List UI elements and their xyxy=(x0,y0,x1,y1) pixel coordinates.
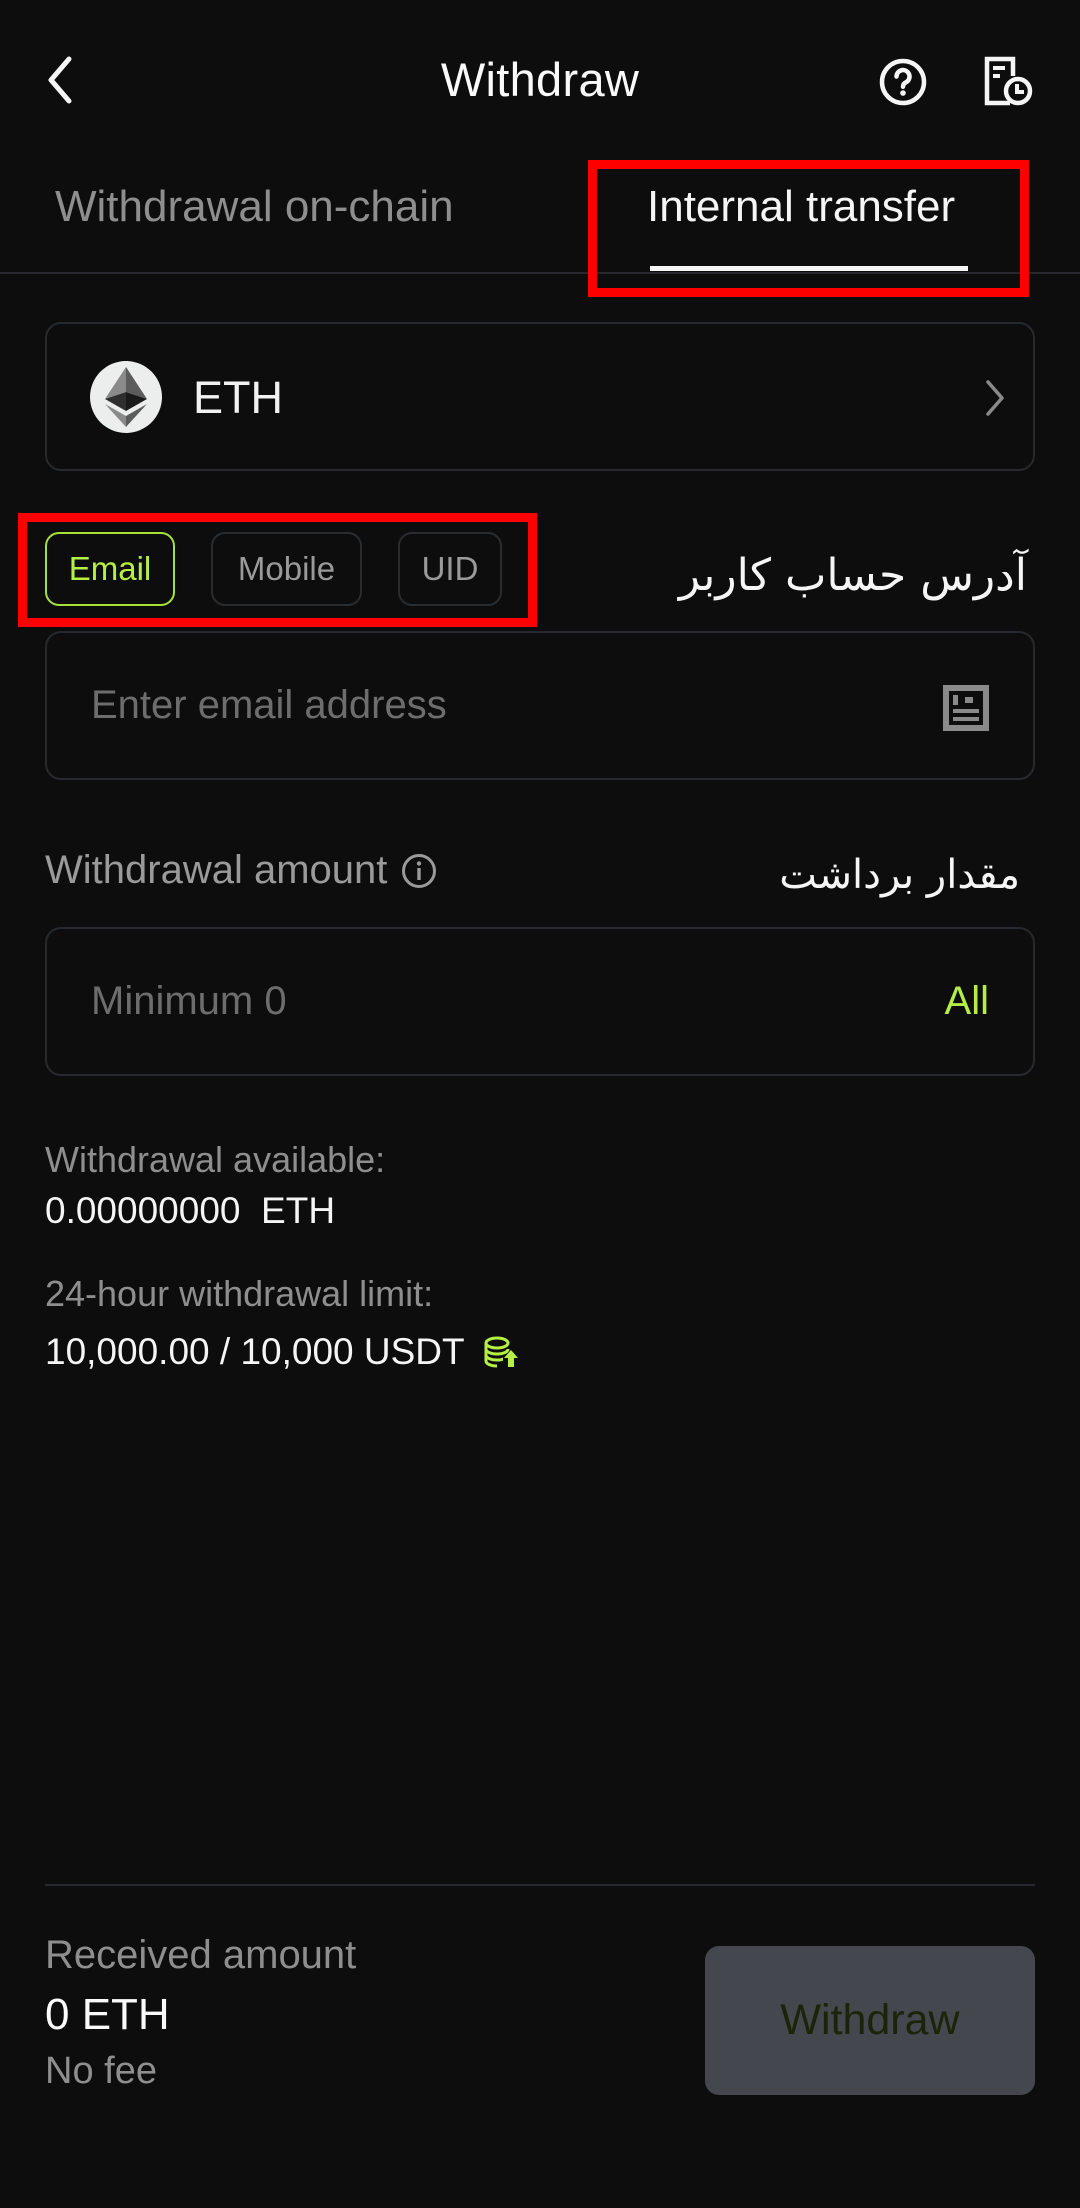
withdrawal-amount-label: Withdrawal amount xyxy=(45,848,437,893)
limit-label: 24-hour withdrawal limit: xyxy=(45,1273,434,1314)
chevron-right-icon xyxy=(983,378,1007,418)
amount-input[interactable] xyxy=(91,929,851,1074)
limit-value: 10,000.00 / 10,000 USDT xyxy=(45,1331,465,1372)
received-amount-value: 0 ETH xyxy=(45,1990,170,2039)
annotation-highlight-tab xyxy=(588,160,1029,297)
question-circle-icon xyxy=(879,58,927,106)
withdrawal-amount-label-text: Withdrawal amount xyxy=(45,848,388,892)
limit-row: 10,000.00 / 10,000 USDT xyxy=(45,1331,519,1373)
available-label: Withdrawal available: xyxy=(45,1139,386,1180)
withdraw-button[interactable]: Withdraw xyxy=(705,1946,1035,2095)
received-amount-label: Received amount xyxy=(45,1933,357,1977)
info-icon[interactable] xyxy=(401,853,437,889)
ethereum-icon xyxy=(90,361,162,433)
fee-label: No fee xyxy=(45,2050,157,2092)
recipient-field xyxy=(45,631,1035,780)
withdrawal-amount-label-persian: مقدار برداشت xyxy=(779,852,1020,898)
amount-field: All xyxy=(45,927,1035,1076)
asset-symbol: ETH xyxy=(193,372,283,423)
all-button[interactable]: All xyxy=(945,929,989,1074)
annotation-highlight-pills xyxy=(18,513,537,627)
available-value: 0.00000000 ETH xyxy=(45,1190,336,1231)
coins-upgrade-icon[interactable] xyxy=(483,1334,519,1370)
history-button[interactable] xyxy=(978,52,1038,112)
footer-divider xyxy=(45,1884,1035,1886)
document-clock-icon xyxy=(984,56,1033,106)
tab-withdrawal-on-chain[interactable]: Withdrawal on-chain xyxy=(55,182,454,232)
email-input[interactable] xyxy=(91,633,851,778)
address-book-icon[interactable] xyxy=(941,683,991,733)
help-button[interactable] xyxy=(873,52,933,112)
recipient-label-persian: آدرس حساب کاربر xyxy=(678,550,1027,601)
